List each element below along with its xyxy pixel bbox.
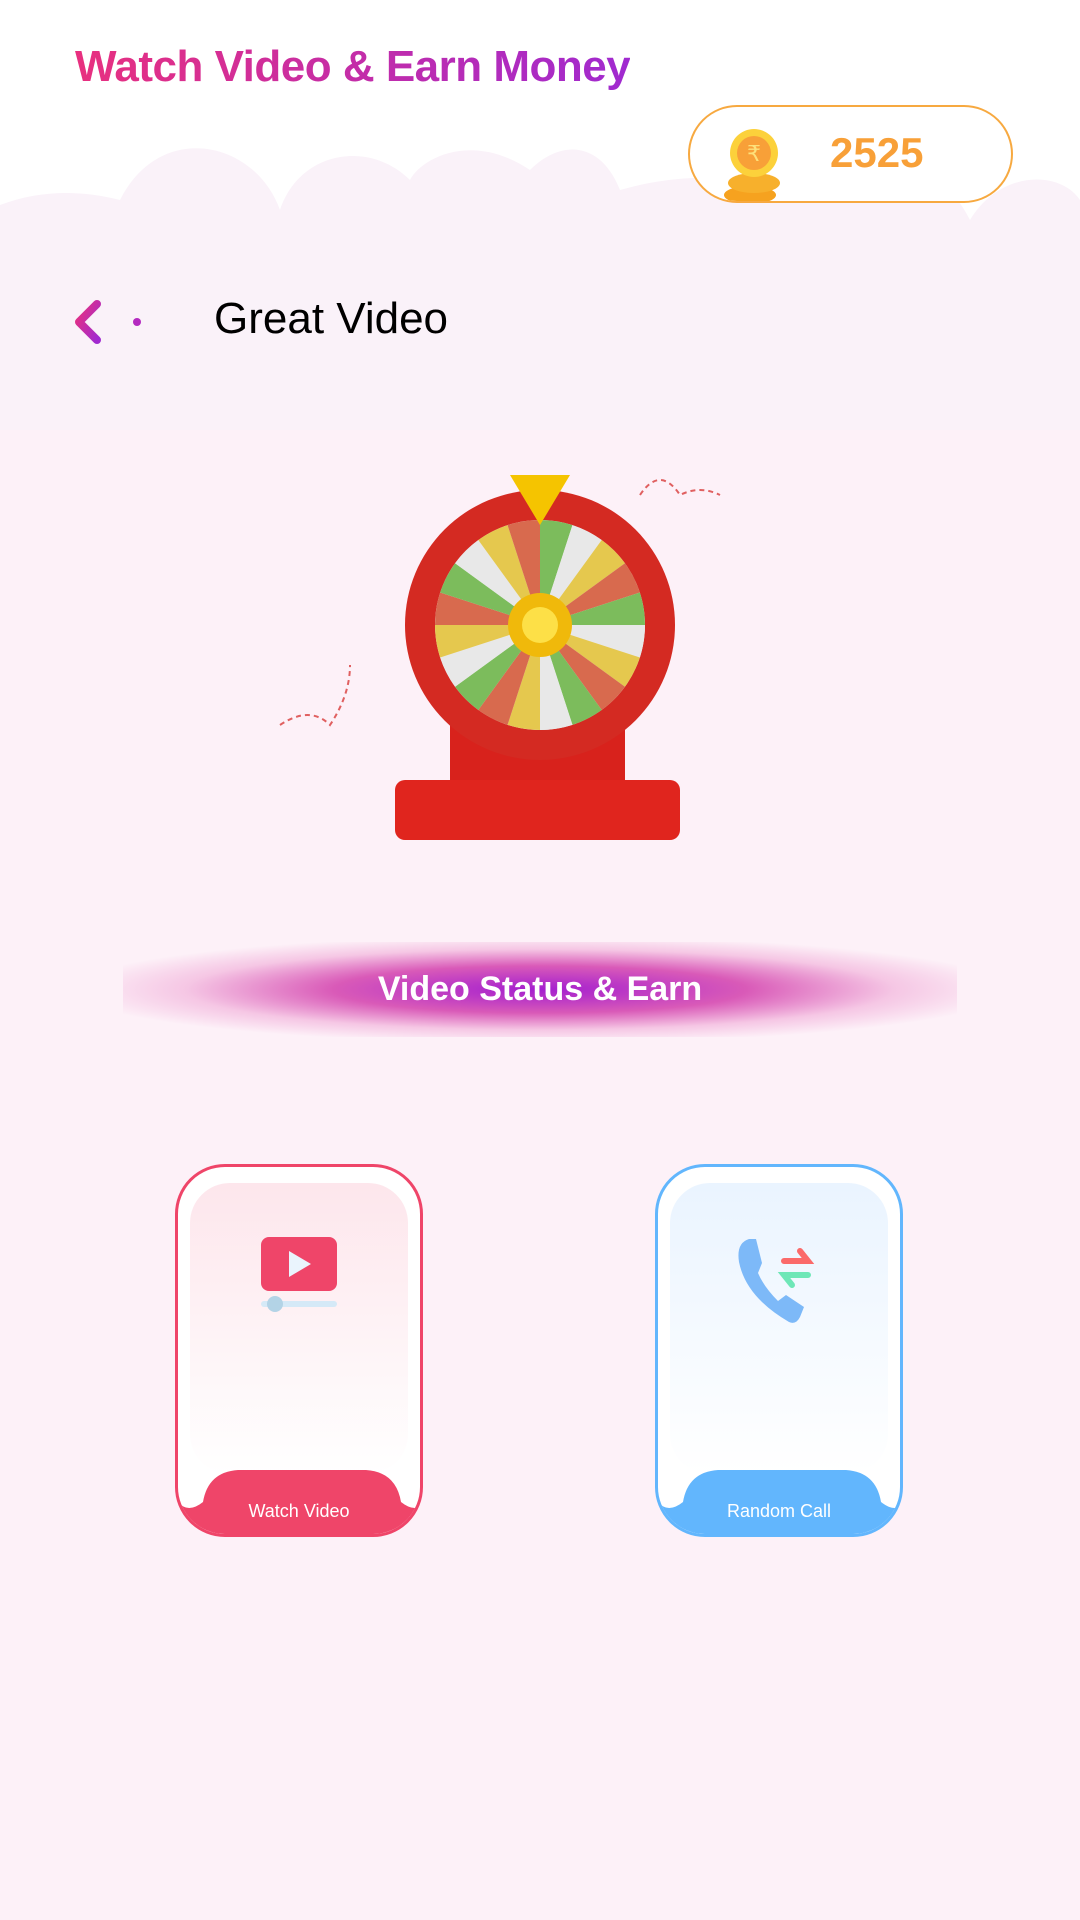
svg-text:₹: ₹ (747, 142, 761, 167)
spin-wheel-illustration (279, 475, 721, 840)
watch-video-label: Watch Video (248, 1501, 350, 1521)
arrow-left-icon[interactable] (75, 300, 145, 344)
coin-balance-badge[interactable]: ₹ 2525 (688, 105, 1013, 203)
random-call-card[interactable]: Random Call (655, 1164, 903, 1537)
watch-video-card[interactable]: Watch Video (175, 1164, 423, 1537)
phone-swap-icon (738, 1239, 815, 1323)
section-banner: Video Status & Earn (123, 942, 957, 1037)
app-title: Watch Video & Earn Money (75, 42, 631, 91)
rupee-coin-stack-icon: ₹ (724, 129, 780, 201)
page-title: Great Video (214, 294, 449, 343)
banner-label: Video Status & Earn (377, 970, 703, 1008)
coin-balance: 2525 (830, 129, 924, 176)
play-video-icon (261, 1237, 337, 1312)
random-call-label: Random Call (726, 1501, 832, 1521)
